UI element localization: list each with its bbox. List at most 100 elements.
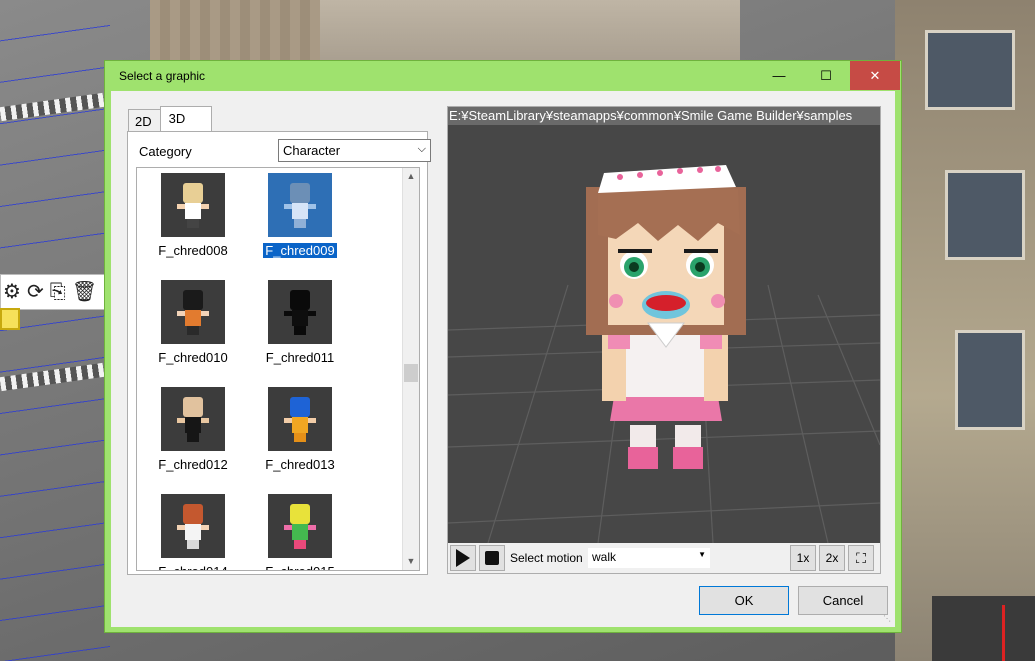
stop-button[interactable]: [479, 545, 505, 571]
character-thumbnail-image: [268, 387, 332, 451]
character-thumbnail-image: [268, 494, 332, 558]
character-thumbnail-item[interactable]: F_chred011: [252, 280, 359, 380]
character-name: F_chred014: [158, 564, 227, 570]
character-body-shape: [292, 310, 308, 326]
cancel-button[interactable]: Cancel: [798, 586, 888, 615]
scrollbar-thumb[interactable]: [404, 364, 418, 382]
character-body-shape: [292, 524, 308, 540]
character-legs-shape: [187, 433, 199, 442]
character-legs-shape: [294, 433, 306, 442]
zoom-1x-button[interactable]: 1x: [790, 545, 816, 571]
fullscreen-icon[interactable]: ⛶: [848, 545, 874, 571]
copy-icon[interactable]: ⎘: [50, 282, 66, 302]
select-graphic-dialog: Select a graphic — ☐ ✕ 2D 3D Category Ch…: [104, 60, 902, 633]
character-thumbnail-image: [161, 280, 225, 344]
character-head-shape: [290, 290, 310, 310]
character-legs-shape: [294, 540, 306, 549]
character-head-shape: [183, 397, 203, 417]
character-body-shape: [292, 417, 308, 433]
gallery-scrollbar[interactable]: ▲ ▼: [402, 168, 419, 570]
dialog-client-area: 2D 3D Category Character ⌵ F_chred008 F_c…: [111, 91, 895, 627]
red-axis-line: [1002, 605, 1005, 661]
character-thumbnail-image: [161, 173, 225, 237]
category-label: Category: [139, 144, 192, 159]
character-thumbnail-item[interactable]: F_chred009: [252, 173, 359, 273]
character-thumbnail-image: [268, 173, 332, 237]
preview-scene-svg: [448, 165, 880, 543]
3d-viewport[interactable]: [448, 125, 880, 543]
building-right: [895, 0, 1035, 661]
zoom-2x-button[interactable]: 2x: [819, 545, 845, 571]
chevron-down-icon: ⌵: [417, 143, 426, 155]
character-thumbnail-item[interactable]: F_chred013: [252, 387, 359, 487]
building-window: [945, 170, 1025, 260]
dialog-title: Select a graphic: [119, 69, 206, 83]
nurse-character-model: [586, 165, 746, 469]
character-body-shape: [185, 417, 201, 433]
play-button[interactable]: [450, 545, 476, 571]
gear-icon[interactable]: ⚙: [3, 282, 21, 302]
character-thumbnail-image: [268, 280, 332, 344]
character-thumbnail-item[interactable]: F_chred010: [145, 280, 252, 380]
character-legs-shape: [294, 219, 306, 228]
dark-panel: [932, 596, 1035, 661]
tab-strip: 2D 3D: [128, 106, 213, 132]
asset-path: E:¥SteamLibrary¥steamapps¥common¥Smile G…: [448, 107, 880, 125]
category-value: Character: [283, 143, 341, 158]
character-thumbnail-label: F_chred014: [145, 564, 241, 570]
character-body-shape: [185, 524, 201, 540]
character-legs-shape: [187, 219, 199, 228]
character-thumbnail-image: [161, 387, 225, 451]
character-thumbnail-item[interactable]: F_chred012: [145, 387, 252, 487]
building-window: [955, 330, 1025, 430]
character-body-shape: [185, 310, 201, 326]
character-head-shape: [183, 504, 203, 524]
building-window: [925, 30, 1015, 110]
character-name: F_chred008: [158, 243, 228, 258]
character-name: F_chred012: [158, 457, 228, 472]
character-thumbnail-item[interactable]: F_chred014: [145, 494, 252, 570]
dialog-titlebar[interactable]: Select a graphic — ☐ ✕: [105, 61, 901, 91]
maximize-button[interactable]: ☐: [803, 61, 849, 90]
character-head-shape: [290, 504, 310, 524]
character-name: F_chred011: [265, 350, 335, 365]
resize-grip-icon[interactable]: ⋱: [883, 615, 893, 625]
building-top: [320, 0, 740, 65]
selection-marker: [0, 308, 20, 330]
playback-controls: Select motion walk ▼ 1x 2x ⛶: [448, 543, 880, 573]
character-head-shape: [183, 183, 203, 203]
tab-2d[interactable]: 2D: [128, 109, 161, 132]
character-legs-shape: [187, 326, 199, 335]
motion-dropdown[interactable]: walk ▼: [588, 548, 710, 568]
character-thumbnail-label: F_chred015: [252, 564, 348, 570]
motion-label: Select motion: [510, 551, 583, 565]
character-name: F_chred015: [265, 564, 334, 570]
minimize-button[interactable]: —: [756, 61, 802, 90]
character-thumbnail-label: F_chred009: [252, 242, 348, 259]
close-button[interactable]: ✕: [850, 61, 900, 90]
category-dropdown[interactable]: Character ⌵: [278, 139, 431, 162]
character-thumbnail-item[interactable]: F_chred015: [252, 494, 359, 570]
character-thumbnail-label: F_chred012: [145, 457, 241, 472]
character-head-shape: [290, 397, 310, 417]
character-thumbnail-label: F_chred008: [145, 243, 241, 258]
character-thumbnail-label: F_chred013: [252, 457, 348, 472]
chevron-down-icon: ▼: [698, 550, 706, 559]
graphic-gallery[interactable]: F_chred008 F_chred009 F_chred010 F_chred011…: [136, 167, 420, 571]
refresh-icon[interactable]: ⟳: [27, 282, 44, 302]
model-preview-panel: E:¥SteamLibrary¥steamapps¥common¥Smile G…: [447, 106, 881, 574]
motion-value: walk: [592, 550, 617, 564]
character-thumbnail-item[interactable]: F_chred008: [145, 173, 252, 273]
scroll-up-arrow-icon[interactable]: ▲: [403, 168, 419, 185]
character-head-shape: [183, 290, 203, 310]
character-name: F_chred009: [262, 242, 338, 259]
character-body-shape: [185, 203, 201, 219]
scroll-down-arrow-icon[interactable]: ▼: [403, 553, 419, 570]
character-head-shape: [290, 183, 310, 203]
stop-icon: [485, 551, 499, 565]
play-icon: [456, 549, 470, 567]
tab-3d[interactable]: 3D: [159, 106, 213, 132]
character-name: F_chred013: [265, 457, 335, 472]
ok-button[interactable]: OK: [699, 586, 789, 615]
trash-icon[interactable]: 🗑: [72, 282, 97, 302]
